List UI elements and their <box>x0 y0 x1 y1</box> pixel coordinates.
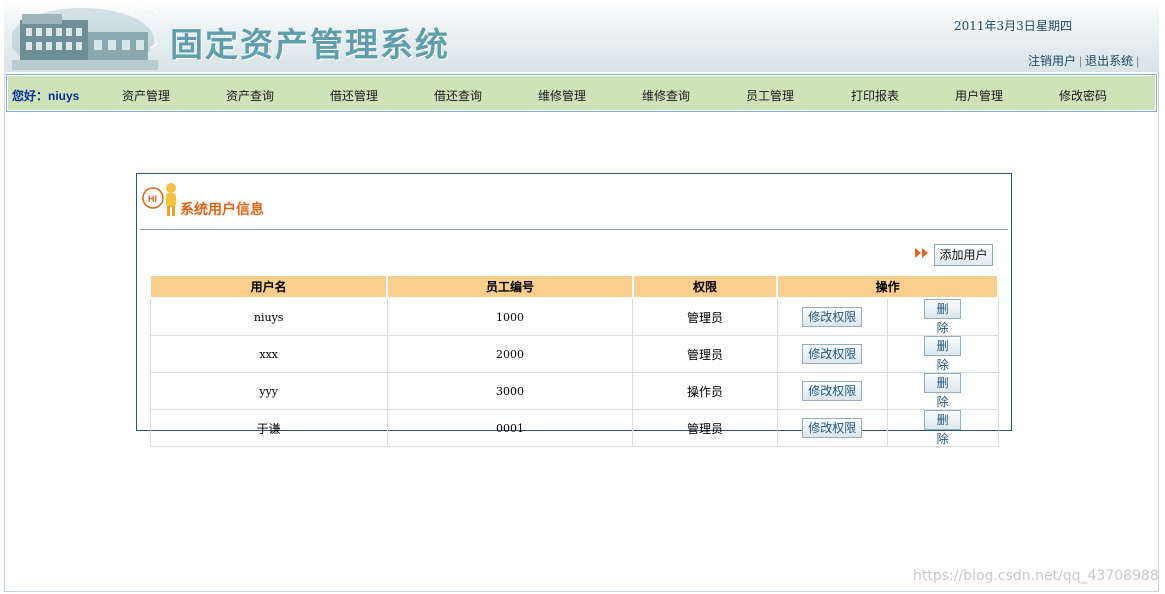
table-row: niuys 1000 管理员 修改权限 删除 <box>149 297 999 336</box>
main-nav: 您好：niuys 资产管理 资产查询 借还管理 借还查询 维修管理 维修查询 员… <box>6 74 1157 112</box>
delete-button[interactable]: 删除 <box>924 373 962 409</box>
table-row: 于谦 0001 管理员 修改权限 删除 <box>149 409 999 447</box>
column-header-employee-no: 员工编号 <box>386 274 634 299</box>
column-header-actions: 操作 <box>776 274 999 299</box>
user-info-panel: HI 系统用户信息 添加用户 用户名 员工编号 权限 操作 niuys 1000 <box>136 173 1012 447</box>
username-cell: yyy <box>149 372 388 410</box>
greeting: 您好：niuys <box>12 89 80 103</box>
title-divider <box>140 229 1008 230</box>
username-cell: niuys <box>149 297 388 336</box>
nav-repair-management[interactable]: 维修管理 <box>538 87 586 104</box>
building-logo-icon <box>12 6 158 70</box>
app-title: 固定资产管理系统 <box>170 25 450 64</box>
double-arrow-icon <box>915 248 928 258</box>
role-cell: 管理员 <box>632 297 778 336</box>
table-header-row: 用户名 员工编号 权限 操作 <box>148 274 999 299</box>
table-row: yyy 3000 操作员 修改权限 删除 <box>149 372 999 410</box>
table-row: xxx 2000 管理员 修改权限 删除 <box>149 335 999 373</box>
edit-permission-button[interactable]: 修改权限 <box>802 381 863 401</box>
username-cell: 于谦 <box>149 409 388 447</box>
current-weekday: 星期四 <box>1036 19 1073 33</box>
nav-borrow-query[interactable]: 借还查询 <box>434 87 482 104</box>
watermark: https://blog.csdn.net/qq_43708988 <box>913 568 1159 584</box>
role-cell: 管理员 <box>632 409 778 447</box>
hi-person-icon: HI <box>142 183 176 216</box>
employee-no-cell: 2000 <box>386 335 634 373</box>
delete-button[interactable]: 删除 <box>924 299 962 335</box>
employee-no-cell: 0001 <box>386 409 634 447</box>
delete-button[interactable]: 删除 <box>924 410 962 446</box>
nav-user-management[interactable]: 用户管理 <box>955 87 1003 104</box>
panel-title: 系统用户信息 <box>180 201 264 217</box>
add-user-button[interactable]: 添加用户 <box>934 244 993 266</box>
header: 固定资产管理系统 2011年3月3日 星期四 注销用户 | 退出系统 | <box>4 0 1159 72</box>
employee-no-cell: 3000 <box>386 372 634 410</box>
current-date: 2011年3月3日 <box>954 19 1036 33</box>
hi-badge-text: HI <box>148 194 157 204</box>
exit-system-link[interactable]: 退出系统 <box>1085 54 1133 68</box>
users-table: 用户名 员工编号 权限 操作 niuys 1000 管理员 修改权限 删除 xx… <box>148 274 999 447</box>
nav-borrow-management[interactable]: 借还管理 <box>330 87 378 104</box>
delete-button[interactable]: 删除 <box>924 336 962 372</box>
nav-asset-management[interactable]: 资产管理 <box>122 87 170 104</box>
nav-repair-query[interactable]: 维修查询 <box>642 87 690 104</box>
logout-user-link[interactable]: 注销用户 <box>1028 54 1076 68</box>
nav-change-password[interactable]: 修改密码 <box>1059 87 1107 104</box>
edit-permission-button[interactable]: 修改权限 <box>802 418 863 438</box>
role-cell: 管理员 <box>632 335 778 373</box>
edit-permission-button[interactable]: 修改权限 <box>802 344 863 364</box>
column-header-role: 权限 <box>631 274 779 299</box>
username-cell: xxx <box>149 335 388 373</box>
edit-permission-button[interactable]: 修改权限 <box>802 307 863 327</box>
nav-staff-management[interactable]: 员工管理 <box>746 87 794 104</box>
role-cell: 操作员 <box>632 372 778 410</box>
top-links: 注销用户 | 退出系统 | <box>1028 54 1140 68</box>
employee-no-cell: 1000 <box>386 297 634 336</box>
nav-asset-query[interactable]: 资产查询 <box>226 87 274 104</box>
column-header-username: 用户名 <box>148 274 389 299</box>
nav-print-report[interactable]: 打印报表 <box>851 87 899 104</box>
